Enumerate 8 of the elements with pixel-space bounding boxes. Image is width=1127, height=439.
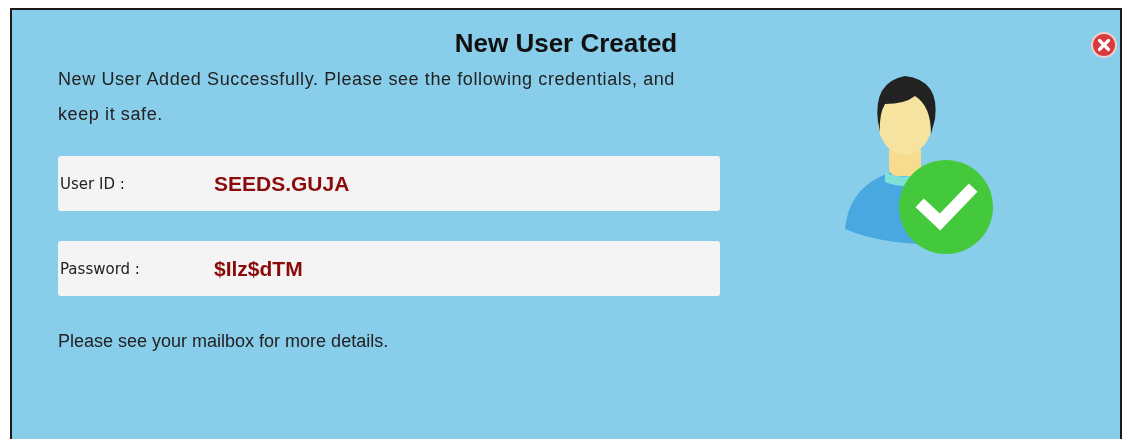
success-message: New User Added Successfully. Please see the following credentials, and keep it safe. [58,68,676,126]
mailbox-note: Please see your mailbox for more details. [58,331,390,352]
dialog-title: New User Created [454,27,678,60]
field-value: SEEDS.GUJA [214,171,350,196]
field-label: Password : [60,259,141,278]
field-label: User ID : [60,174,126,193]
close-icon[interactable] [1091,32,1117,58]
field-value: $Ilz$dTM [214,256,303,281]
